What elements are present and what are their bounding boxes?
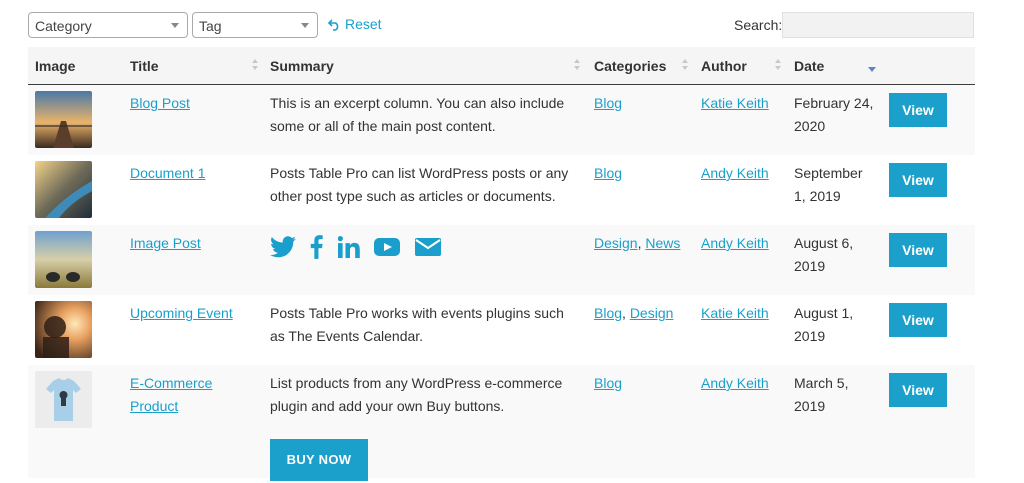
undo-icon [327, 19, 339, 31]
category-link[interactable]: Design [594, 235, 638, 251]
mail-icon[interactable] [414, 237, 441, 262]
social-icons [270, 235, 451, 263]
post-thumbnail[interactable] [35, 371, 92, 428]
sort-icon [574, 59, 580, 71]
date-cell: August 6, 2019 [794, 235, 854, 274]
post-title-cell: Image Post [130, 232, 242, 255]
post-title-cell: E-Commerce Product [130, 372, 242, 418]
category-link[interactable]: Blog [594, 375, 622, 391]
post-thumbnail[interactable] [35, 91, 92, 148]
summary-cell: This is an excerpt column. You can also … [270, 95, 565, 134]
reset-label: Reset [345, 16, 382, 32]
summary-cell: List products from any WordPress e-comme… [270, 375, 563, 414]
column-header-title[interactable]: Title [130, 58, 159, 74]
view-button[interactable]: View [889, 163, 947, 197]
categories-cell: Design, News [594, 235, 681, 251]
post-title-link[interactable]: Upcoming Event [130, 305, 233, 321]
table-row: Upcoming Event Posts Table Pro works wit… [28, 295, 975, 365]
author-cell: Katie Keith [701, 92, 781, 115]
author-link[interactable]: Andy Keith [701, 165, 769, 181]
reset-link[interactable]: Reset [327, 16, 382, 32]
post-title-cell: Blog Post [130, 92, 242, 115]
youtube-icon[interactable] [374, 237, 401, 262]
author-link[interactable]: Andy Keith [701, 375, 769, 391]
post-title-link[interactable]: E-Commerce Product [130, 375, 212, 414]
post-title-cell: Upcoming Event [130, 302, 242, 325]
table-row: Image Post Design, News Andy Keith Augus… [28, 225, 975, 295]
twitter-icon[interactable] [270, 236, 296, 263]
category-link[interactable]: Blog [594, 305, 622, 321]
post-thumbnail[interactable] [35, 301, 92, 358]
author-cell: Andy Keith [701, 372, 781, 395]
category-link[interactable]: Blog [594, 165, 622, 181]
date-cell: September 1, 2019 [794, 165, 863, 204]
view-button[interactable]: View [889, 373, 947, 407]
category-select-value: Category [35, 18, 92, 34]
buy-now-button[interactable]: BUY NOW [270, 439, 368, 481]
table-row: Blog Post This is an excerpt column. You… [28, 85, 975, 155]
column-header-author[interactable]: Author [701, 58, 747, 74]
sort-desc-icon [868, 59, 876, 72]
post-thumbnail[interactable] [35, 161, 92, 218]
categories-cell: Blog [594, 162, 684, 185]
sort-icon [775, 59, 781, 71]
chevron-down-icon [171, 23, 179, 28]
table-header: Image Title Summary Categories Author Da… [28, 47, 975, 85]
tag-select[interactable]: Tag [192, 12, 318, 38]
sort-icon [252, 59, 258, 71]
summary-cell: Posts Table Pro works with events plugin… [270, 305, 564, 344]
linkedin-icon[interactable] [337, 236, 360, 263]
filter-bar: Category Tag Reset Search: [28, 12, 975, 40]
post-title-link[interactable]: Document 1 [130, 165, 205, 181]
post-title-link[interactable]: Image Post [130, 235, 201, 251]
table-row: Document 1 Posts Table Pro can list Word… [28, 155, 975, 225]
category-link[interactable]: Design [630, 305, 674, 321]
column-header-summary[interactable]: Summary [270, 58, 334, 74]
categories-cell: Blog [594, 92, 684, 115]
search-input[interactable] [782, 12, 974, 38]
categories-cell: Blog, Design [594, 305, 674, 321]
posts-table: Image Title Summary Categories Author Da… [28, 47, 975, 481]
post-thumbnail[interactable] [35, 231, 92, 288]
view-button[interactable]: View [889, 303, 947, 337]
author-cell: Andy Keith [701, 162, 781, 185]
author-link[interactable]: Katie Keith [701, 95, 769, 111]
date-cell: February 24, 2020 [794, 95, 874, 134]
date-cell: August 1, 2019 [794, 305, 854, 344]
category-select[interactable]: Category [28, 12, 188, 38]
table-row: E-Commerce Product List products from an… [28, 365, 975, 481]
post-title-link[interactable]: Blog Post [130, 95, 190, 111]
view-button[interactable]: View [889, 233, 947, 267]
sort-icon [682, 59, 688, 71]
column-header-image[interactable]: Image [35, 58, 75, 74]
column-header-categories[interactable]: Categories [594, 58, 666, 74]
post-title-cell: Document 1 [130, 162, 242, 185]
categories-cell: Blog [594, 372, 684, 395]
tag-select-value: Tag [199, 18, 222, 34]
facebook-icon[interactable] [310, 235, 324, 264]
search-label: Search: [734, 17, 783, 33]
summary-cell: Posts Table Pro can list WordPress posts… [270, 165, 569, 204]
category-link[interactable]: Blog [594, 95, 622, 111]
date-cell: March 5, 2019 [794, 375, 849, 414]
author-link[interactable]: Andy Keith [701, 235, 769, 251]
category-link[interactable]: News [645, 235, 680, 251]
author-cell: Katie Keith [701, 302, 781, 325]
view-button[interactable]: View [889, 93, 947, 127]
column-header-date[interactable]: Date [794, 58, 824, 74]
chevron-down-icon [301, 23, 309, 28]
author-cell: Andy Keith [701, 232, 781, 255]
author-link[interactable]: Katie Keith [701, 305, 769, 321]
